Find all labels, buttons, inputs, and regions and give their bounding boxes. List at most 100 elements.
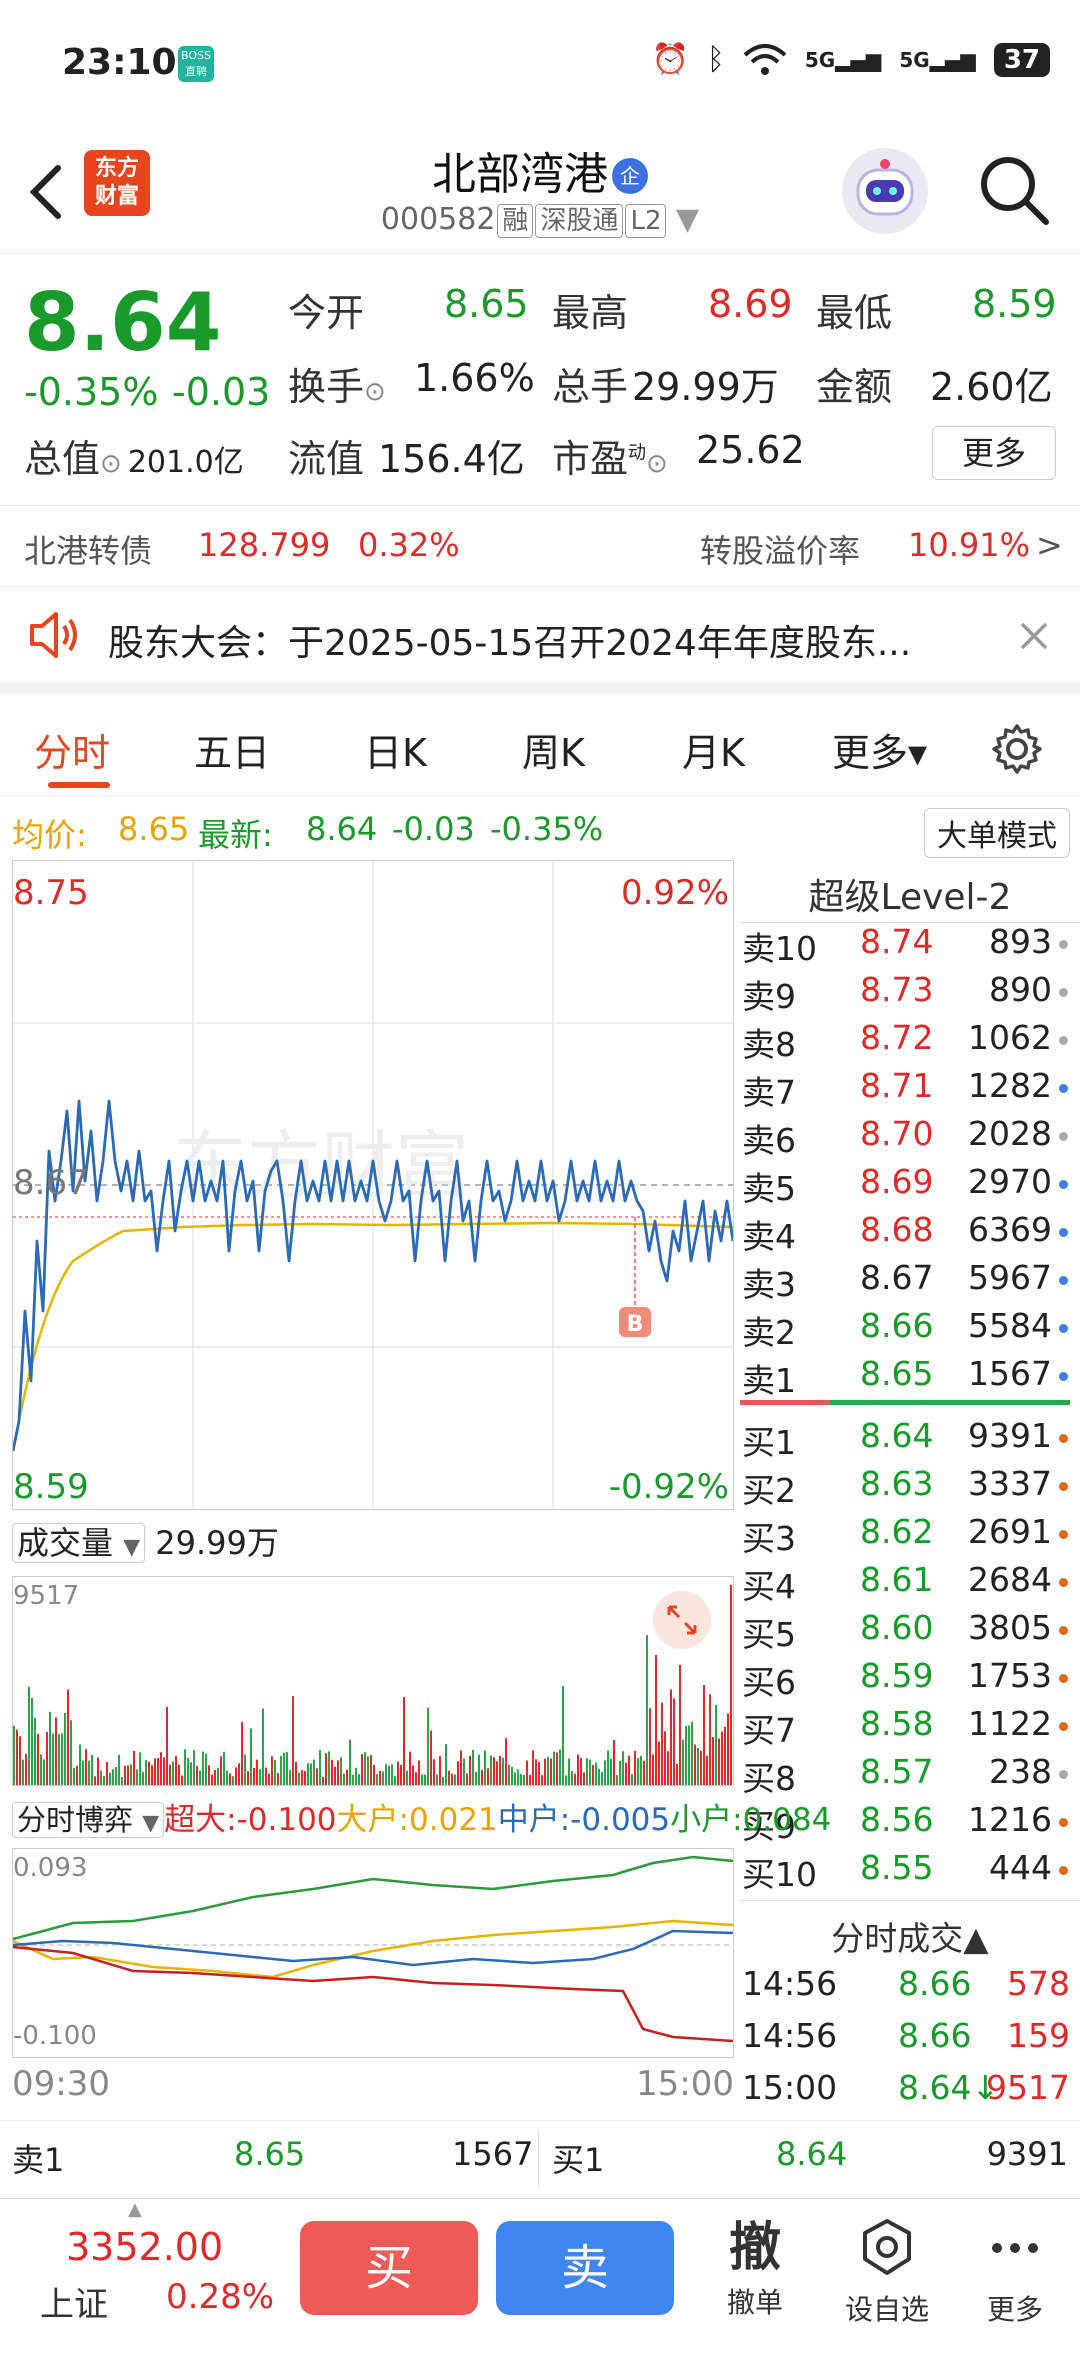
volume-bar xyxy=(448,1770,450,1785)
tab-weekly-k[interactable]: 周K xyxy=(522,722,585,777)
top-price: 8.75 xyxy=(13,873,89,913)
level2-panel[interactable]: 超级Level-2 卖10 8.74 893 卖9 8.73 890 卖8 8.72 1062 卖… xyxy=(740,860,1080,2125)
bid-row[interactable]: 买8 8.57 238 xyxy=(740,1752,1070,1800)
bid-row[interactable]: 买7 8.58 1122 xyxy=(740,1704,1070,1752)
level-label: 卖7 xyxy=(742,1073,796,1112)
volume-bar xyxy=(574,1773,576,1785)
bid-row[interactable]: 买5 8.60 3805 xyxy=(740,1608,1070,1656)
speaker-icon xyxy=(30,612,77,658)
volume-bar xyxy=(304,1770,306,1785)
time-end: 15:00 xyxy=(636,2064,734,2104)
volume-bar xyxy=(214,1769,216,1785)
volume-bar xyxy=(385,1764,387,1785)
volume-bar xyxy=(40,1754,42,1785)
notice-bar[interactable]: 股东大会：于2025-05-15召开2024年年度股东... xyxy=(0,588,1080,694)
more-button[interactable]: 更多 xyxy=(932,426,1056,480)
volume-bar xyxy=(532,1750,534,1785)
info-icon[interactable]: ⊙ xyxy=(364,377,386,407)
volume-bar xyxy=(583,1772,585,1785)
volume-bar xyxy=(166,1706,168,1785)
volume-bar xyxy=(211,1774,213,1785)
volume-bar xyxy=(76,1765,78,1785)
volume-selector[interactable]: 成交量 ▼ xyxy=(12,1523,146,1563)
volume-bar xyxy=(514,1772,516,1785)
ask-row[interactable]: 卖1 8.65 1567 xyxy=(740,1354,1070,1402)
bid-row[interactable]: 买10 8.55 444 xyxy=(740,1848,1070,1896)
svg-text:B: B xyxy=(627,1312,644,1337)
bid-row[interactable]: 买2 8.63 3337 xyxy=(740,1464,1070,1512)
ask-row[interactable]: 卖3 8.67 5967 xyxy=(740,1258,1070,1306)
expand-icon[interactable] xyxy=(653,1591,711,1649)
big-order-mode-button[interactable]: 大单模式 xyxy=(924,808,1070,858)
bid-row[interactable]: 买6 8.59 1753 xyxy=(740,1656,1070,1704)
add-watchlist-button[interactable]: 设自选 xyxy=(832,2215,942,2328)
capital-flow-header: 分时博弈 ▼ 超大:-0.100大户:0.021中户:-0.005小户:0.084 xyxy=(12,1794,831,1839)
order-dot-icon xyxy=(1059,1578,1068,1587)
tab-monthly-k[interactable]: 月K xyxy=(682,722,745,777)
info-icon[interactable]: ⊙ xyxy=(646,449,668,479)
close-icon[interactable] xyxy=(1018,620,1050,652)
volume-bar xyxy=(451,1773,453,1785)
volume-bar xyxy=(529,1774,531,1785)
order-dot-icon xyxy=(1059,1132,1068,1141)
level2-title: 超级Level-2 xyxy=(808,877,1012,918)
level-price: 8.64 xyxy=(860,1416,934,1455)
ask-row[interactable]: 卖4 8.68 6369 xyxy=(740,1210,1070,1258)
ask-row[interactable]: 卖7 8.71 1282 xyxy=(740,1066,1070,1114)
volume-bar xyxy=(379,1770,381,1785)
watchlist-icon xyxy=(863,2219,911,2275)
search-icon[interactable] xyxy=(976,152,1052,228)
ask-row[interactable]: 卖5 8.69 2970 xyxy=(740,1162,1070,1210)
time-start: 09:30 xyxy=(12,2064,110,2104)
volume-bar xyxy=(46,1732,48,1785)
volume-bar xyxy=(55,1717,57,1785)
robot-assistant-icon[interactable] xyxy=(842,148,928,234)
cancel-order-button[interactable]: 撤 撤单 xyxy=(700,2215,810,2321)
order-dot-icon xyxy=(1059,1036,1068,1045)
bid-row[interactable]: 买3 8.62 2691 xyxy=(740,1512,1070,1560)
volume-bar xyxy=(661,1702,663,1785)
level-label: 买6 xyxy=(742,1663,796,1702)
volume-bar xyxy=(418,1760,420,1785)
convertible-bond-row[interactable]: 北港转债 128.799 0.32% 转股溢价率 10.91% > xyxy=(0,505,1080,587)
bid-row[interactable]: 买1 8.64 9391 xyxy=(740,1416,1070,1464)
ask-row[interactable]: 卖6 8.70 2028 xyxy=(740,1114,1070,1162)
volume-bar xyxy=(64,1712,66,1785)
level-price: 8.73 xyxy=(860,970,934,1009)
level-volume: 1122 xyxy=(968,1704,1052,1743)
tab-more[interactable]: 更多▾ xyxy=(832,722,927,777)
ask-row[interactable]: 卖2 8.66 5584 xyxy=(740,1306,1070,1354)
gear-icon[interactable] xyxy=(990,722,1044,776)
ask-row[interactable]: 卖9 8.73 890 xyxy=(740,970,1070,1018)
sell-button[interactable]: 卖 xyxy=(496,2221,674,2315)
intraday-chart[interactable]: 东方财富 B 8.75 0.92% 8.67 8.59 -0.92% xyxy=(11,860,735,1510)
super-large-flow: 超大:-0.100 xyxy=(164,1802,337,1838)
medium-flow-line xyxy=(12,1929,734,1967)
bid-row[interactable]: 买4 8.61 2684 xyxy=(740,1560,1070,1608)
ask-row[interactable]: 卖8 8.72 1062 xyxy=(740,1018,1070,1066)
buy-button[interactable]: 买 xyxy=(300,2221,478,2315)
tab-intraday[interactable]: 分时 xyxy=(34,722,110,777)
capital-flow-selector[interactable]: 分时博弈 ▼ xyxy=(12,1802,165,1838)
volume-bar xyxy=(478,1754,480,1785)
volume-bar xyxy=(493,1757,495,1785)
more-menu-button[interactable]: 更多 xyxy=(960,2215,1070,2328)
avg-value: 8.65 xyxy=(118,810,190,848)
volume-bar xyxy=(229,1773,231,1785)
open-label: 今开 xyxy=(288,291,365,335)
level-label: 卖10 xyxy=(742,929,817,968)
level-price: 8.69 xyxy=(860,1162,934,1201)
volume-bar xyxy=(169,1764,171,1785)
volume-bar xyxy=(94,1776,96,1785)
volume-bar xyxy=(133,1750,135,1785)
level-volume: 6369 xyxy=(968,1210,1052,1249)
latest-pct: -0.35% xyxy=(490,810,604,848)
tab-daily-k[interactable]: 日K xyxy=(364,722,427,777)
volume-bar xyxy=(604,1760,606,1785)
volume-label: 总手 xyxy=(552,365,629,409)
tab-five-day[interactable]: 五日 xyxy=(194,722,270,777)
ask-row[interactable]: 卖10 8.74 893 xyxy=(740,922,1070,970)
ticks-title[interactable]: 分时成交▲ xyxy=(740,1912,1080,1960)
info-icon[interactable]: ⊙ xyxy=(100,449,122,479)
change-amount: -0.03 xyxy=(172,370,271,414)
